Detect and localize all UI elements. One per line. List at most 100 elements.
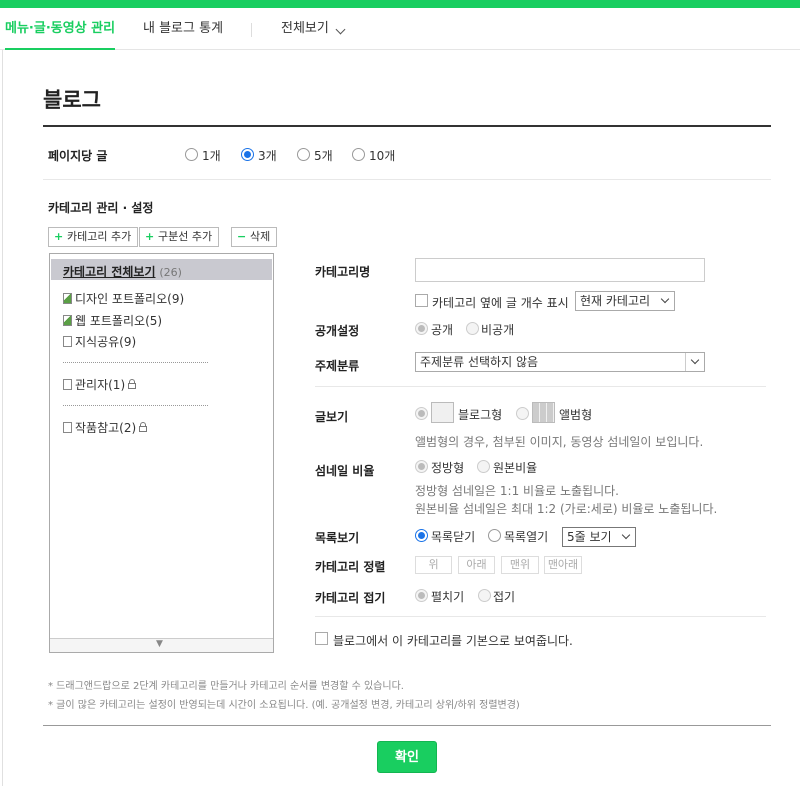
thumb-option-square: 정방형 (431, 461, 465, 475)
category-item-count: (9) (167, 292, 185, 306)
category-item-label: 작품참고 (75, 421, 120, 435)
fold-label: 카테고리 접기 (315, 591, 386, 605)
posts-per-page-radio-5[interactable] (297, 148, 310, 161)
bottom-divider (43, 725, 771, 726)
category-item-count: (1) (108, 378, 126, 392)
sort-down-button[interactable]: 아래 (458, 556, 495, 574)
default-category-label: 블로그에서 이 카테고리를 기본으로 보여줍니다. (333, 634, 573, 648)
category-all-label: 카테고리 전체보기 (63, 265, 156, 279)
add-divider-button[interactable]: + 구분선 추가 (139, 227, 220, 247)
posts-per-page-option-5: 5개 (314, 149, 333, 163)
posts-per-page-radio-10[interactable] (352, 148, 365, 161)
category-item-knowledge[interactable]: 지식공유(9) (63, 333, 136, 350)
post-view-radio-blog[interactable] (415, 407, 428, 420)
count-display-select[interactable]: 현재 카테고리 (575, 291, 675, 311)
delete-label: 삭제 (250, 230, 271, 243)
category-item-web[interactable]: 웹 포트폴리오(5) (63, 312, 162, 329)
lock-icon (128, 379, 137, 389)
add-category-label: 카테고리 추가 (67, 230, 132, 243)
thumb-radio-original[interactable] (477, 460, 490, 473)
scroll-down-icon[interactable]: ▼ (156, 639, 163, 649)
sort-top-button[interactable]: 맨위 (501, 556, 539, 574)
album-grid-icon (532, 402, 555, 423)
posts-per-page-label: 페이지당 글 (48, 149, 108, 163)
tree-scroll-bar[interactable]: ▼ (50, 638, 273, 652)
thumbnail-note-original: 원본비율 섬네일은 최대 1:2 (가로:세로) 비율로 노출됩니다. (415, 502, 718, 516)
confirm-button[interactable]: 확인 (377, 741, 437, 773)
post-view-option-blog: 블로그형 (458, 408, 503, 422)
default-category-checkbox[interactable] (315, 632, 328, 645)
tab-blog-stats[interactable]: 내 블로그 통계 (143, 8, 223, 50)
category-item-count: (5) (145, 314, 163, 328)
posts-per-page-option-3: 3개 (258, 149, 277, 163)
posts-per-page-option-1: 1개 (202, 149, 221, 163)
post-view-radio-album[interactable] (516, 407, 529, 420)
show-count-checkbox[interactable] (415, 294, 428, 307)
thumb-radio-square[interactable] (415, 460, 428, 473)
album-page-icon (63, 293, 72, 304)
sort-label: 카테고리 정렬 (315, 560, 386, 574)
page-title: 블로그 (43, 88, 101, 112)
category-item-admin[interactable]: 관리자(1) (63, 376, 137, 393)
chevron-down-icon (621, 530, 631, 540)
category-name-input[interactable] (415, 258, 705, 282)
category-item-label: 디자인 포트폴리오 (75, 292, 168, 306)
sort-bottom-button[interactable]: 맨아래 (544, 556, 582, 574)
category-item-count: (9) (119, 335, 137, 349)
topic-label: 주제분류 (315, 359, 360, 373)
thumbnail-ratio-label: 섬네일 비율 (315, 464, 375, 478)
category-tree[interactable]: 카테고리 전체보기 (26) 디자인 포트폴리오(9) 웹 포트폴리오(5) 지… (49, 253, 274, 653)
visibility-radio-public[interactable] (415, 322, 428, 335)
category-all-count: (26) (159, 266, 182, 279)
fold-radio-expand[interactable] (415, 589, 428, 602)
fold-option-collapse: 접기 (493, 590, 516, 604)
category-item-label: 관리자 (75, 378, 109, 392)
settings-divider (315, 616, 766, 617)
album-page-icon (63, 315, 72, 326)
tab-divider (251, 23, 252, 37)
add-divider-label: 구분선 추가 (158, 230, 213, 243)
delete-button[interactable]: − 삭제 (231, 227, 278, 247)
add-category-button[interactable]: + 카테고리 추가 (48, 227, 139, 247)
tab-view-all[interactable]: 전체보기 (281, 8, 329, 50)
visibility-radio-private[interactable] (466, 322, 479, 335)
list-option-open: 목록열기 (504, 530, 549, 544)
list-lines-value: 5줄 보기 (567, 530, 612, 544)
blog-layout-icon (431, 402, 454, 423)
category-divider[interactable] (63, 362, 208, 363)
chevron-down-icon (690, 355, 700, 365)
post-view-option-album: 앨범형 (559, 408, 593, 422)
list-radio-close[interactable] (415, 529, 428, 542)
show-count-label: 카테고리 옆에 글 개수 표시 (432, 296, 569, 310)
fold-option-expand: 펼치기 (431, 590, 465, 604)
category-all-item[interactable]: 카테고리 전체보기 (26) (63, 263, 182, 280)
list-view-label: 목록보기 (315, 531, 360, 545)
page-icon (63, 336, 72, 347)
list-option-close: 목록닫기 (431, 530, 476, 544)
lock-icon (139, 422, 148, 432)
select-divider (685, 353, 686, 371)
posts-per-page-radio-1[interactable] (185, 148, 198, 161)
count-display-value: 현재 카테고리 (580, 294, 651, 308)
category-divider[interactable] (63, 405, 208, 406)
category-item-label: 지식공유 (75, 335, 120, 349)
fold-radio-collapse[interactable] (478, 589, 491, 602)
category-item-label: 웹 포트폴리오 (75, 314, 146, 328)
posts-per-page-radio-3[interactable] (241, 148, 254, 161)
category-section-title: 카테고리 관리 · 설정 (48, 201, 154, 215)
category-name-label: 카테고리명 (315, 265, 371, 279)
chevron-down-icon[interactable] (335, 24, 346, 35)
page-icon (63, 379, 72, 390)
list-lines-select[interactable]: 5줄 보기 (562, 527, 636, 547)
footnote-drag-drop: * 드래그앤드랍으로 2단계 카테고리를 만들거나 카테고리 순서를 변경할 수… (48, 681, 404, 692)
plus-icon: + (54, 230, 64, 243)
topic-select[interactable]: 주제분류 선택하지 않음 (415, 352, 705, 372)
tab-menu-post-video[interactable]: 메뉴·글·동영상 관리 (5, 8, 116, 50)
page-icon (63, 422, 72, 433)
title-divider (43, 125, 771, 127)
list-radio-open[interactable] (488, 529, 501, 542)
sort-up-button[interactable]: 위 (415, 556, 452, 574)
visibility-option-private: 비공개 (481, 323, 515, 337)
category-item-reference[interactable]: 작품참고(2) (63, 419, 148, 436)
category-item-design[interactable]: 디자인 포트폴리오(9) (63, 290, 184, 307)
